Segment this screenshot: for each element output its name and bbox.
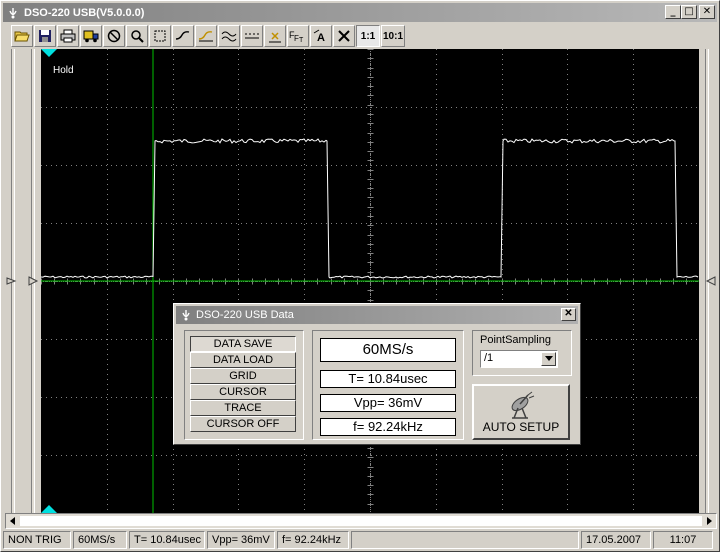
- close-button[interactable]: ✕: [699, 5, 715, 19]
- ratio-10-button[interactable]: 10:1: [381, 25, 405, 47]
- toolbar: FFT A 1:1 10:1: [11, 25, 405, 47]
- signal-trace: [41, 138, 699, 279]
- data-load-button[interactable]: DATA LOAD: [190, 352, 296, 368]
- wave-both-button[interactable]: [218, 25, 240, 47]
- trigger-top-marker[interactable]: [41, 49, 57, 57]
- print-icon: [60, 29, 76, 43]
- frequency-readout: f= 92.24kHz: [320, 418, 456, 436]
- status-bar: NON TRIG 60MS/s T= 10.84usec Vpp= 36mV f…: [3, 531, 717, 549]
- point-sampling-label: PointSampling: [480, 334, 551, 346]
- right-markers: [705, 276, 716, 286]
- svg-text:A: A: [317, 32, 325, 43]
- sample-rate-readout: 60MS/s: [320, 338, 456, 362]
- x-cursor-button[interactable]: [333, 25, 355, 47]
- trigger-bottom-marker[interactable]: [41, 505, 57, 513]
- right-level-marker[interactable]: [705, 276, 716, 286]
- rising-edge-button[interactable]: [172, 25, 194, 47]
- app-window: DSO-220 USB(V5.0.0.0) _ □ ✕ F F T A 1:1 …: [0, 0, 720, 552]
- dashed-line-button[interactable]: [241, 25, 263, 47]
- wave-both-icon: [221, 31, 237, 42]
- cursor-off-button[interactable]: CURSOR OFF: [190, 416, 296, 432]
- stop-icon: [107, 29, 121, 43]
- status-rate: 60MS/s: [73, 531, 127, 549]
- open-icon: [14, 31, 30, 42]
- select-rect-button[interactable]: [149, 25, 171, 47]
- status-time: 11:07: [653, 531, 713, 549]
- x-cursor-icon: [338, 30, 350, 42]
- minimize-button[interactable]: _: [665, 5, 681, 19]
- trace-button[interactable]: TRACE: [190, 400, 296, 416]
- maximize-button[interactable]: □: [681, 5, 697, 19]
- truck-button[interactable]: [80, 25, 102, 47]
- dialog-close-button[interactable]: ✕: [561, 308, 576, 321]
- title-bar[interactable]: DSO-220 USB(V5.0.0.0) _ □ ✕: [3, 3, 717, 22]
- close-icon: ✕: [564, 308, 573, 319]
- cursor-button[interactable]: CURSOR: [190, 384, 296, 400]
- period-readout: T= 10.84usec: [320, 370, 456, 388]
- dashed-line-icon: [245, 33, 259, 39]
- scroll-right-icon[interactable]: [704, 516, 714, 526]
- point-sampling-select[interactable]: /1: [480, 350, 558, 368]
- fft-button[interactable]: FFT: [287, 25, 309, 47]
- ratio-1-button[interactable]: 1:1: [356, 25, 380, 47]
- vpp-readout: Vpp= 36mV: [320, 394, 456, 412]
- point-sampling-value: /1: [484, 352, 494, 364]
- text-a-icon: A: [313, 29, 325, 43]
- minimize-icon: _: [670, 6, 676, 17]
- status-freq: f= 92.24kHz: [277, 531, 349, 549]
- left-slider-strip: [5, 49, 39, 513]
- app-icon: [6, 6, 20, 20]
- status-period: T= 10.84usec: [129, 531, 205, 549]
- falling-edge-button[interactable]: [195, 25, 217, 47]
- chevron-down-icon[interactable]: [541, 352, 556, 366]
- zoom-icon: [131, 30, 144, 43]
- ratio-1-label: 1:1: [360, 30, 376, 42]
- data-save-button[interactable]: DATA SAVE: [190, 336, 296, 352]
- satellite-dish-icon: [511, 391, 535, 419]
- fft-icon: FFT: [289, 30, 304, 43]
- save-button[interactable]: [34, 25, 56, 47]
- dialog-title-bar[interactable]: DSO-220 USB Data ✕: [176, 306, 578, 324]
- offset-marker[interactable]: [6, 277, 17, 285]
- maximize-icon: □: [684, 6, 694, 17]
- right-slider-strip: [701, 49, 717, 513]
- truck-icon: [83, 30, 99, 43]
- svg-text:T: T: [299, 37, 304, 43]
- horizontal-scrollbar[interactable]: [5, 513, 717, 529]
- auto-setup-label: AUTO SETUP: [482, 420, 560, 434]
- data-dialog: DSO-220 USB Data ✕ DATA SAVE DATA LOAD G…: [173, 303, 581, 445]
- status-vpp: Vpp= 36mV: [207, 531, 275, 549]
- scroll-track[interactable]: [20, 516, 702, 526]
- save-icon: [39, 30, 51, 42]
- grid-button[interactable]: GRID: [190, 368, 296, 384]
- cross-small-button[interactable]: [264, 25, 286, 47]
- data-button-list: DATA SAVE DATA LOAD GRID CURSOR TRACE CU…: [190, 336, 296, 432]
- text-a-button[interactable]: A: [310, 25, 332, 47]
- falling-edge-icon: [198, 31, 213, 42]
- hold-label: Hold: [53, 65, 74, 76]
- window-title: DSO-220 USB(V5.0.0.0): [24, 6, 145, 19]
- ratio-10-label: 10:1: [382, 30, 403, 42]
- slider-markers: [6, 276, 39, 286]
- cross-small-icon: [269, 32, 281, 43]
- scroll-left-icon[interactable]: [8, 516, 18, 526]
- zoom-button[interactable]: [126, 25, 148, 47]
- status-date: 17.05.2007: [581, 531, 651, 549]
- stop-button[interactable]: [103, 25, 125, 47]
- open-button[interactable]: [11, 25, 33, 47]
- dialog-app-icon: [179, 308, 193, 322]
- status-trigger: NON TRIG: [3, 531, 71, 549]
- level-marker[interactable]: [28, 276, 39, 286]
- auto-setup-button[interactable]: AUTO SETUP: [472, 384, 570, 440]
- print-button[interactable]: [57, 25, 79, 47]
- select-rect-icon: [154, 30, 166, 42]
- rising-edge-icon: [175, 31, 190, 40]
- close-icon: ✕: [702, 6, 712, 17]
- status-spacer: [351, 531, 579, 549]
- dialog-title: DSO-220 USB Data: [196, 309, 294, 321]
